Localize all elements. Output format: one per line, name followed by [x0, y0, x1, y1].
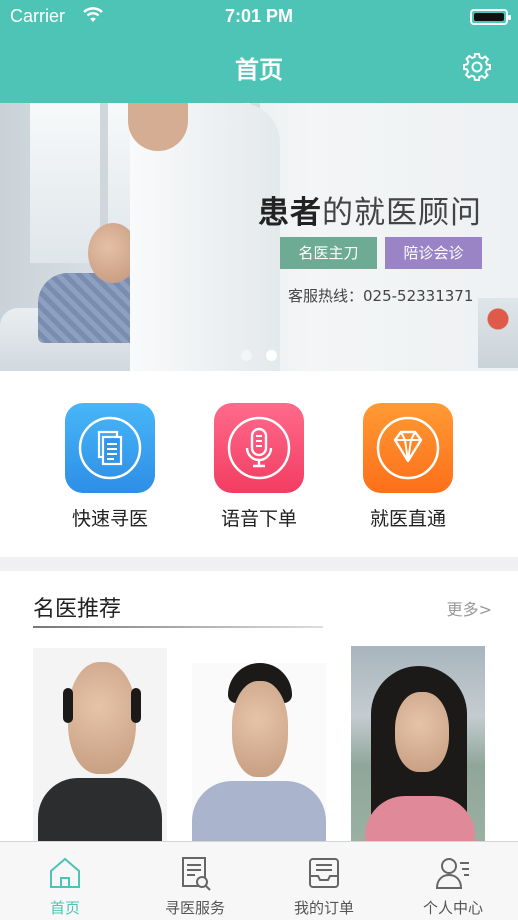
profile-icon	[435, 858, 469, 889]
banner-slogan-rest: 的就医顾问	[322, 195, 482, 231]
action-label: 就医直通	[369, 508, 446, 530]
action-label: 语音下单	[220, 508, 297, 530]
tab-label: 个人中心	[422, 899, 483, 917]
tab-my-orders[interactable]: 我的订单	[259, 842, 389, 920]
doctor-photo[interactable]	[33, 648, 167, 848]
diamond-icon	[376, 416, 440, 480]
tab-label: 我的订单	[293, 899, 354, 917]
section-title: 名医推荐	[33, 597, 122, 622]
document-icon	[78, 416, 142, 480]
battery-icon	[470, 9, 511, 25]
tab-find-doctor[interactable]: 寻医服务	[130, 842, 260, 920]
banner-slogan: 患者的就医顾问	[258, 187, 482, 232]
home-icon	[50, 857, 80, 888]
tab-home[interactable]: 首页	[0, 842, 130, 920]
tab-profile[interactable]: 个人中心	[388, 842, 518, 920]
page-title: 首页	[235, 56, 283, 84]
doctor-photo[interactable]	[351, 646, 485, 846]
carousel-dot[interactable]	[241, 350, 252, 361]
tab-label: 寻医服务	[164, 899, 225, 917]
carousel-page-indicator	[0, 346, 518, 365]
action-tile[interactable]	[363, 403, 453, 493]
banner-tag-accompany: 陪诊会诊	[385, 237, 482, 269]
microphone-icon	[227, 416, 291, 480]
inbox-icon	[309, 858, 339, 888]
tab-bar: 首页 寻医服务 我的订单 个人中心	[0, 841, 518, 920]
banner-slogan-bold: 患者	[258, 195, 322, 231]
action-quick-search[interactable]: 快速寻医	[50, 403, 170, 531]
section-divider	[0, 557, 518, 571]
home-screen: Carrier 7:01 PM 首页 患者的就医顾问 名医主刀 陪诊会诊 客服热…	[0, 0, 518, 920]
carousel-dot-active[interactable]	[266, 350, 277, 361]
tab-label: 首页	[49, 899, 80, 917]
action-voice-order[interactable]: 语音下单	[199, 403, 319, 531]
section-underline	[33, 626, 323, 628]
doctor-photo[interactable]	[192, 663, 326, 863]
action-label: 快速寻医	[71, 508, 148, 530]
gear-icon[interactable]	[462, 52, 492, 82]
top-bar: Carrier 7:01 PM 首页	[0, 0, 518, 103]
action-tile[interactable]	[214, 403, 304, 493]
status-bar: Carrier 7:01 PM	[0, 0, 518, 34]
quick-actions: 快速寻医 语音下单 就医直通	[0, 371, 518, 557]
banner-carousel[interactable]: 患者的就医顾问 名医主刀 陪诊会诊 客服热线：025-52331371	[0, 103, 518, 371]
banner-hotline: 客服热线：025-52331371	[288, 287, 474, 305]
more-link[interactable]: 更多>	[447, 596, 492, 620]
action-tile[interactable]	[65, 403, 155, 493]
banner-tag-surgery: 名医主刀	[280, 237, 377, 269]
recommended-doctors: 名医推荐 更多>	[0, 571, 518, 863]
status-time: 7:01 PM	[224, 6, 294, 26]
search-document-icon	[182, 857, 211, 891]
action-direct-access[interactable]: 就医直通	[348, 403, 468, 531]
